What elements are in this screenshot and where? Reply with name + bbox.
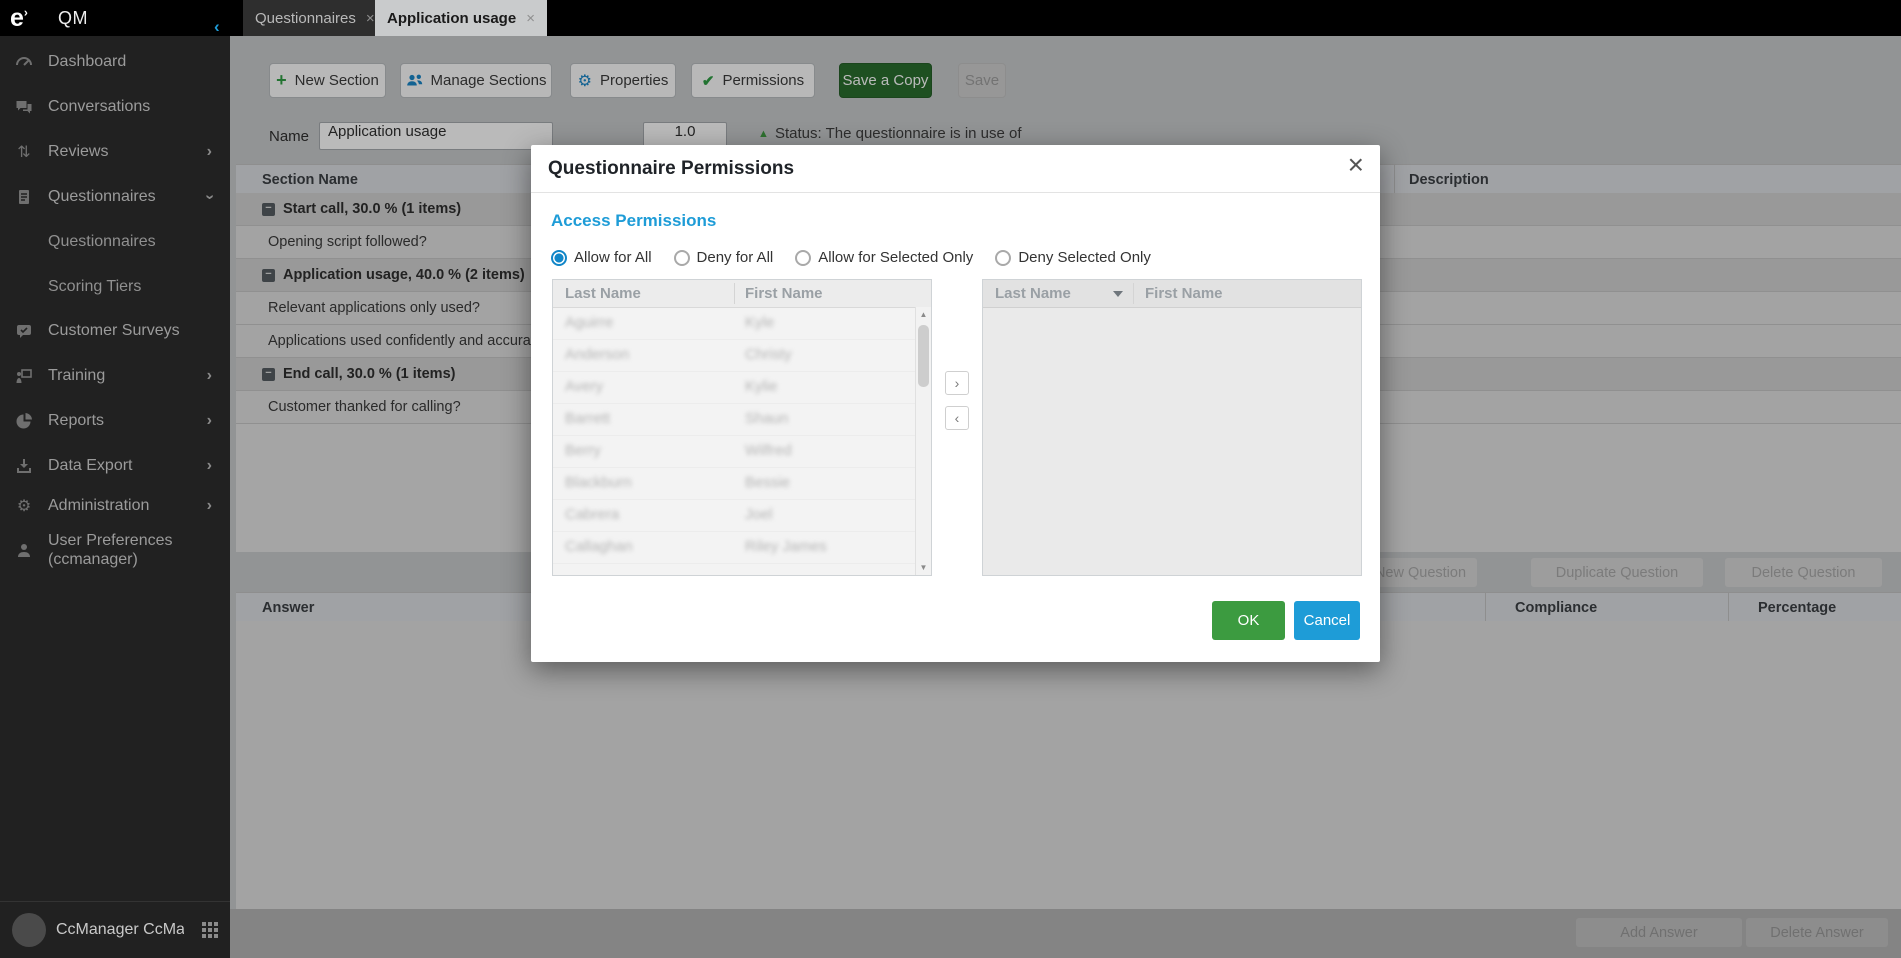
chevron-right-icon: › bbox=[207, 143, 212, 161]
sidebar-item-administration[interactable]: ⚙ Administration › bbox=[0, 484, 230, 528]
column-header-first-name[interactable]: First Name bbox=[1145, 280, 1223, 307]
close-icon[interactable]: × bbox=[1348, 151, 1364, 179]
app-grid-icon[interactable] bbox=[202, 922, 218, 938]
close-icon[interactable]: × bbox=[366, 10, 375, 27]
current-user-label[interactable]: CcManager CcMana... bbox=[56, 921, 184, 939]
conversations-icon bbox=[14, 97, 34, 117]
sidebar-footer: CcManager CcMana... bbox=[0, 901, 230, 958]
radio-icon[interactable] bbox=[674, 250, 690, 266]
administration-gear-icon: ⚙ bbox=[14, 496, 34, 516]
sidebar-item-user-preferences[interactable]: User Preferences (ccmanager) bbox=[0, 524, 230, 576]
sidebar-header: e› QM ‹ bbox=[0, 0, 230, 36]
user-row[interactable]: BerryWilfred bbox=[553, 435, 915, 468]
scrollbar-thumb[interactable] bbox=[918, 325, 929, 387]
user-row[interactable]: AguirreKyle bbox=[553, 307, 915, 340]
list-header: Last Name First Name bbox=[553, 280, 931, 308]
access-permissions-heading: Access Permissions bbox=[551, 211, 716, 231]
reports-icon bbox=[14, 411, 34, 431]
scroll-down-icon[interactable]: ▼ bbox=[916, 560, 931, 575]
sidebar-item-data-export[interactable]: Data Export › bbox=[0, 444, 230, 488]
brand-logo: e› bbox=[10, 4, 28, 33]
chevron-right-icon: › bbox=[207, 457, 212, 475]
column-divider bbox=[1133, 283, 1134, 304]
sidebar-item-customer-surveys[interactable]: Customer Surveys bbox=[0, 309, 230, 353]
list-header: Last Name First Name bbox=[983, 280, 1361, 308]
chevron-right-icon: › bbox=[207, 367, 212, 385]
sort-caret-icon[interactable] bbox=[1113, 291, 1123, 297]
chevron-down-icon: › bbox=[200, 194, 218, 199]
radio-selected-icon[interactable] bbox=[551, 250, 567, 266]
ok-button[interactable]: OK bbox=[1212, 601, 1285, 640]
radio-allow-for-all[interactable]: Allow for All bbox=[551, 249, 652, 266]
chevron-right-icon: › bbox=[207, 497, 212, 515]
data-export-icon bbox=[14, 456, 34, 476]
sidebar-item-questionnaires-sub[interactable]: Questionnaires bbox=[0, 220, 278, 264]
tab-questionnaires[interactable]: Questionnaires × bbox=[243, 0, 387, 36]
scroll-up-icon[interactable]: ▲ bbox=[916, 307, 931, 322]
user-row[interactable]: CabreraJoel bbox=[553, 499, 915, 532]
move-left-button[interactable]: ‹ bbox=[945, 406, 969, 430]
sidebar-item-scoring-tiers[interactable]: Scoring Tiers bbox=[0, 265, 278, 309]
questionnaires-icon bbox=[14, 187, 34, 207]
questionnaire-permissions-dialog: Questionnaire Permissions × Access Permi… bbox=[531, 145, 1380, 662]
sidebar-item-dashboard[interactable]: Dashboard bbox=[0, 40, 230, 84]
avatar[interactable] bbox=[12, 913, 46, 947]
radio-deny-for-all[interactable]: Deny for All bbox=[674, 249, 774, 266]
column-header-first-name[interactable]: First Name bbox=[745, 280, 823, 307]
available-users-list: Last Name First Name AguirreKyle Anderso… bbox=[552, 279, 932, 576]
sidebar-item-reports[interactable]: Reports › bbox=[0, 399, 230, 443]
product-title: QM bbox=[58, 8, 88, 29]
sidebar: e› QM ‹ Dashboard Conversations ⇅ Review… bbox=[0, 0, 230, 958]
divider bbox=[531, 192, 1380, 193]
dashboard-icon bbox=[14, 52, 34, 72]
move-right-button[interactable]: › bbox=[945, 371, 969, 395]
cancel-button[interactable]: Cancel bbox=[1294, 601, 1360, 640]
radio-allow-for-selected-only[interactable]: Allow for Selected Only bbox=[795, 249, 973, 266]
radio-deny-selected-only[interactable]: Deny Selected Only bbox=[995, 249, 1151, 266]
chevron-right-icon: › bbox=[207, 412, 212, 430]
training-icon bbox=[14, 366, 34, 386]
column-header-last-name[interactable]: Last Name bbox=[995, 280, 1071, 307]
scrollbar[interactable]: ▲ ▼ bbox=[915, 307, 931, 575]
user-row[interactable]: BlackburnBessie bbox=[553, 467, 915, 500]
sidebar-item-training[interactable]: Training › bbox=[0, 354, 230, 398]
access-options: Allow for All Deny for All Allow for Sel… bbox=[551, 249, 1151, 266]
radio-icon[interactable] bbox=[795, 250, 811, 266]
selected-users-list: Last Name First Name bbox=[982, 279, 1362, 576]
customer-surveys-icon bbox=[14, 321, 34, 341]
user-row[interactable]: CallaghanRiley James bbox=[553, 531, 915, 564]
sidebar-item-questionnaires[interactable]: Questionnaires › bbox=[0, 175, 230, 219]
column-divider bbox=[734, 283, 735, 304]
sidebar-item-reviews[interactable]: ⇅ Reviews › bbox=[0, 130, 230, 174]
user-icon bbox=[14, 540, 34, 560]
radio-icon[interactable] bbox=[995, 250, 1011, 266]
dialog-title: Questionnaire Permissions bbox=[548, 158, 794, 180]
sidebar-item-conversations[interactable]: Conversations bbox=[0, 85, 230, 129]
user-row[interactable]: AveryKylie bbox=[553, 371, 915, 404]
user-row[interactable]: AndersonChristy bbox=[553, 339, 915, 372]
tab-application-usage[interactable]: Application usage × bbox=[375, 0, 547, 36]
reviews-icon: ⇅ bbox=[14, 142, 34, 162]
column-header-last-name[interactable]: Last Name bbox=[565, 280, 641, 307]
sidebar-collapse-icon[interactable]: ‹ bbox=[214, 17, 220, 37]
close-icon[interactable]: × bbox=[526, 10, 535, 27]
tab-bar: Questionnaires × Application usage × bbox=[230, 0, 1901, 36]
user-row[interactable]: BarrettShaun bbox=[553, 403, 915, 436]
